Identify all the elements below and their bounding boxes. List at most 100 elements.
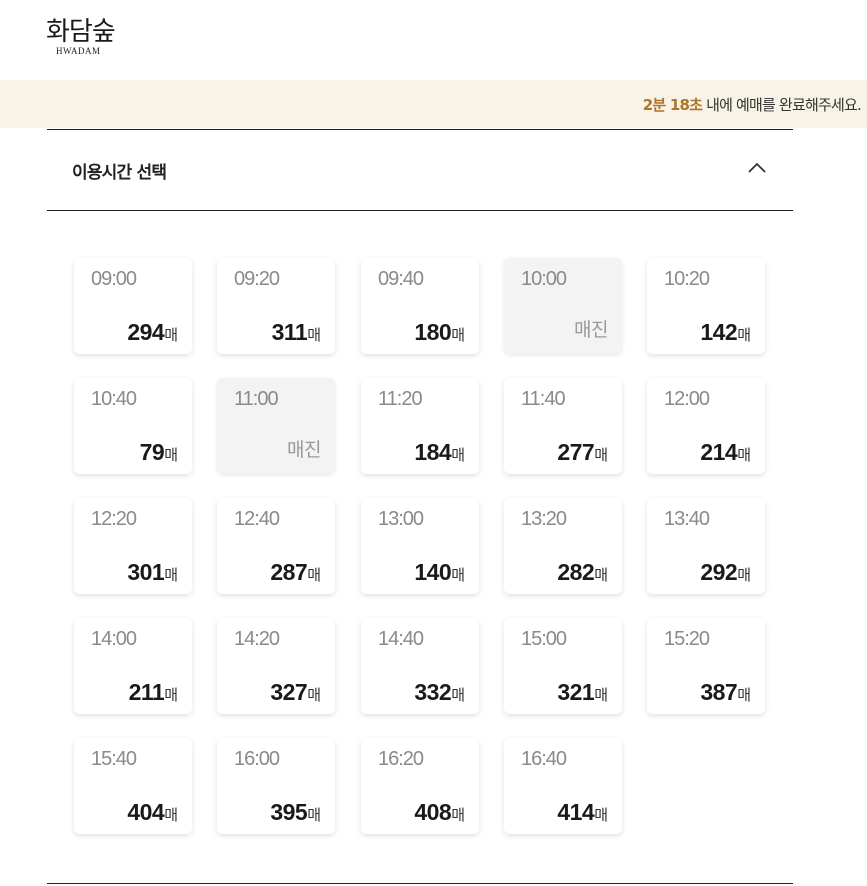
slot-remaining-count: 327 [270, 679, 308, 705]
slot-availability: 142매 [700, 319, 751, 346]
time-slot-card[interactable]: 15:20 387매 [647, 618, 765, 714]
slot-time: 14:40 [378, 628, 424, 650]
time-slot-card[interactable]: 12:20 301매 [74, 498, 192, 594]
slot-time: 15:40 [91, 748, 137, 770]
slot-remaining-count: 79 [139, 439, 165, 465]
slot-remaining-count: 408 [414, 799, 452, 825]
slot-unit-label: 매 [164, 446, 178, 464]
slot-time: 09:00 [91, 268, 137, 290]
time-slot-card[interactable]: 09:20 311매 [217, 258, 335, 354]
time-slot-card[interactable]: 16:00 395매 [217, 738, 335, 834]
slot-time: 16:20 [378, 748, 424, 770]
slot-time: 10:40 [91, 388, 137, 410]
slot-time: 12:00 [664, 388, 710, 410]
timer-message: 내에 예매를 완료해주세요. [702, 96, 862, 114]
time-slot-card[interactable]: 12:40 287매 [217, 498, 335, 594]
section-header-divider [47, 210, 793, 211]
time-slot-card[interactable]: 10:20 142매 [647, 258, 765, 354]
slot-time: 12:20 [91, 508, 137, 530]
slot-time: 15:20 [664, 628, 710, 650]
slot-availability: 301매 [127, 559, 178, 586]
slot-availability: 294매 [127, 319, 178, 346]
slot-availability: 395매 [270, 799, 321, 826]
time-slot-card[interactable]: 11:40 277매 [504, 378, 622, 474]
slot-unit-label: 매 [451, 446, 465, 464]
slot-time: 14:20 [234, 628, 280, 650]
slot-time: 10:20 [664, 268, 710, 290]
slot-time: 15:00 [521, 628, 567, 650]
slot-availability: 180매 [414, 319, 465, 346]
slot-unit-label: 매 [307, 806, 321, 824]
slot-unit-label: 매 [737, 326, 751, 344]
slot-remaining-count: 311 [271, 319, 308, 345]
slot-unit-label: 매 [164, 806, 178, 824]
slot-time: 09:40 [378, 268, 424, 290]
slot-remaining-count: 287 [270, 559, 308, 585]
slot-availability: 414매 [557, 799, 608, 826]
slot-unit-label: 매 [594, 806, 608, 824]
slot-availability: 277매 [557, 439, 608, 466]
time-slot-card[interactable]: 15:00 321매 [504, 618, 622, 714]
section-title: 이용시간 선택 [72, 163, 167, 183]
slot-remaining-count: 142 [700, 319, 738, 345]
time-slot-card[interactable]: 13:40 292매 [647, 498, 765, 594]
time-slot-card[interactable]: 12:00 214매 [647, 378, 765, 474]
slot-remaining-count: 404 [127, 799, 165, 825]
slot-remaining-count: 214 [700, 439, 738, 465]
time-slot-card[interactable]: 14:00 211매 [74, 618, 192, 714]
time-slot-card[interactable]: 11:20 184매 [361, 378, 479, 474]
header: 화담숲 HWADAM [0, 0, 867, 80]
slot-availability: 292매 [700, 559, 751, 586]
slot-remaining-count: 387 [700, 679, 738, 705]
slot-unit-label: 매 [737, 686, 751, 704]
time-slot-card[interactable]: 10:40 79매 [74, 378, 192, 474]
timer-bar: 2분 18초 내에 예매를 완료해주세요. [0, 80, 867, 128]
slot-time: 11:20 [378, 388, 423, 410]
time-slot-card[interactable]: 09:00 294매 [74, 258, 192, 354]
slot-unit-label: 매 [737, 446, 751, 464]
time-slot-card[interactable]: 14:40 332매 [361, 618, 479, 714]
slot-unit-label: 매 [451, 326, 465, 344]
slot-unit-label: 매 [164, 566, 178, 584]
section-top-divider [47, 129, 793, 130]
slot-time: 11:00 [234, 388, 279, 410]
slot-availability: 321매 [557, 679, 608, 706]
slot-unit-label: 매 [307, 326, 321, 344]
slot-availability: 211매 [129, 679, 178, 706]
time-slot-card[interactable]: 09:40 180매 [361, 258, 479, 354]
slot-remaining-count: 321 [557, 679, 595, 705]
slot-availability: 282매 [557, 559, 608, 586]
slot-remaining-count: 395 [270, 799, 308, 825]
slot-remaining-count: 414 [557, 799, 595, 825]
logo[interactable]: 화담숲 HWADAM [46, 16, 116, 56]
time-slot-card[interactable]: 13:00 140매 [361, 498, 479, 594]
timer-countdown: 2분 18초 [642, 96, 703, 114]
time-slot-card[interactable]: 13:20 282매 [504, 498, 622, 594]
logo-korean: 화담숲 [46, 17, 116, 47]
slot-time: 11:40 [521, 388, 566, 410]
slot-unit-label: 매 [594, 566, 608, 584]
slot-unit-label: 매 [451, 686, 465, 704]
slot-availability: 79매 [140, 439, 178, 466]
time-slot-card[interactable]: 16:40 414매 [504, 738, 622, 834]
slot-remaining-count: 180 [414, 319, 452, 345]
time-slot-card[interactable]: 16:20 408매 [361, 738, 479, 834]
slot-unit-label: 매 [164, 686, 178, 704]
slot-remaining-count: 140 [414, 559, 452, 585]
slot-time: 13:00 [378, 508, 424, 530]
chevron-up-icon[interactable] [747, 160, 767, 174]
slot-remaining-count: 301 [127, 559, 165, 585]
section-bottom-divider [47, 883, 793, 884]
time-slot-card[interactable]: 14:20 327매 [217, 618, 335, 714]
slot-remaining-count: 277 [557, 439, 595, 465]
slot-time: 09:20 [234, 268, 280, 290]
slot-availability: 311매 [272, 319, 321, 346]
slot-availability: 140매 [414, 559, 465, 586]
slot-unit-label: 매 [737, 566, 751, 584]
slot-remaining-count: 282 [557, 559, 595, 585]
slot-unit-label: 매 [451, 566, 465, 584]
slot-unit-label: 매 [594, 446, 608, 464]
slot-remaining-count: 332 [414, 679, 452, 705]
slot-availability: 332매 [414, 679, 465, 706]
time-slot-card[interactable]: 15:40 404매 [74, 738, 192, 834]
